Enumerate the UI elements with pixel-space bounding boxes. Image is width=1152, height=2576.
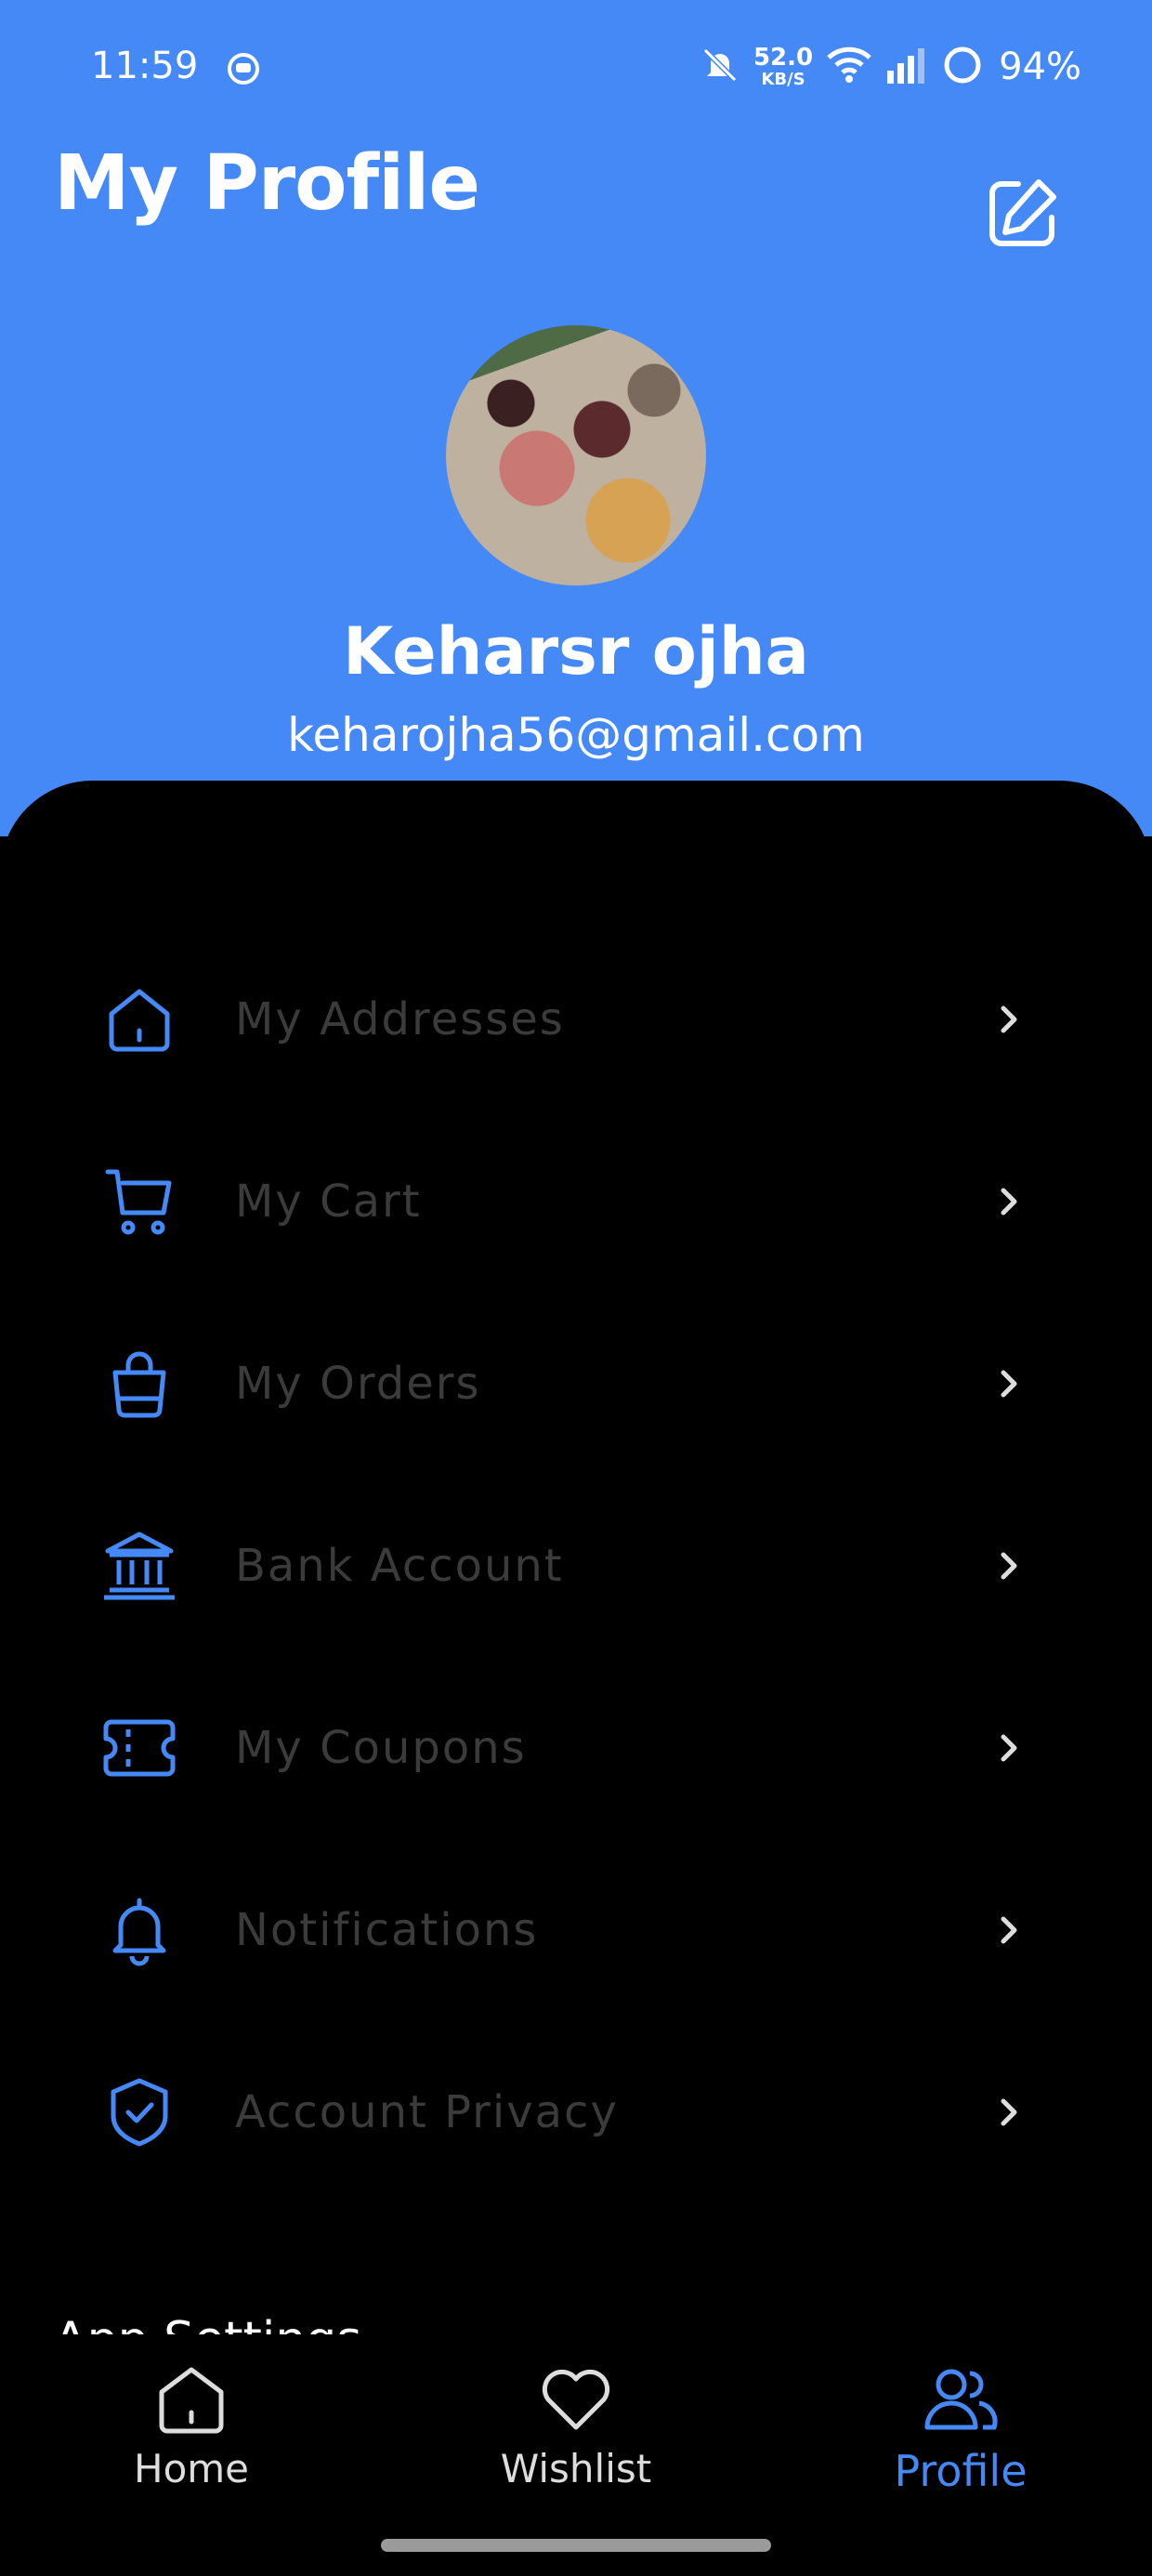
chevron-right-icon [981,2084,1037,2140]
bell-icon [93,1884,186,1977]
menu-item-label: My Addresses [235,993,565,1045]
home-icon [159,2367,224,2434]
edit-icon [989,179,1056,246]
menu-item-notifications[interactable]: Notifications [93,1860,1041,2000]
menu-item-label: Account Privacy [235,2086,619,2138]
mute-icon [700,45,740,89]
app-notification-icon [227,52,260,85]
users-icon [924,2369,998,2430]
wifi-icon [826,46,872,87]
menu-item-label: My Coupons [235,1722,527,1774]
battery-percent: 94% [999,46,1081,88]
profile-header: 11:59 52.0 KB/S 94% My Profile Keharsr o… [0,0,1152,836]
menu-item-label: Notifications [235,1904,539,1956]
nav-profile[interactable]: Profile [821,2360,1100,2528]
menu-item-bank-account[interactable]: Bank Account [93,1496,1041,1636]
nav-wishlist-label: Wishlist [500,2446,652,2491]
nav-profile-label: Profile [894,2446,1028,2496]
chevron-right-icon [981,1902,1037,1958]
network-speed-unit: KB/S [761,70,805,89]
network-speed-value: 52.0 [753,44,814,72]
home-indicator[interactable] [381,2539,771,2552]
bank-icon [93,1519,186,1612]
nav-wishlist[interactable]: Wishlist [437,2360,715,2528]
menu-item-my-addresses[interactable]: My Addresses [93,950,1041,1089]
status-bar: 11:59 52.0 KB/S 94% [0,0,1152,139]
edit-profile-button[interactable] [975,167,1068,260]
bag-icon [93,1337,186,1430]
menu-item-my-cart[interactable]: My Cart [93,1132,1041,1271]
shield-check-icon [93,2066,186,2159]
status-indicators: 52.0 KB/S 94% [700,39,1081,95]
menu-item-account-privacy[interactable]: Account Privacy [93,2043,1041,2182]
home-icon [93,973,186,1066]
battery-ring-icon [943,46,982,88]
nav-home[interactable]: Home [52,2360,331,2528]
status-time: 11:59 [91,45,199,87]
menu-item-label: Bank Account [235,1540,564,1592]
user-email: keharojha56@gmail.com [287,708,865,762]
user-name: Keharsr ojha [343,613,809,690]
page-title: My Profile [54,139,480,228]
menu-item-label: My Cart [235,1176,422,1228]
menu-item-my-orders[interactable]: My Orders [93,1314,1041,1453]
cart-icon [93,1155,186,1248]
chevron-right-icon [981,1538,1037,1594]
chevron-right-icon [981,1356,1037,1412]
signal-icon [885,45,930,89]
coupon-icon [93,1702,186,1794]
network-speed: 52.0 KB/S [753,46,813,88]
chevron-right-icon [981,1720,1037,1776]
app-settings-section-title: App Settings [54,2303,361,2334]
nav-home-label: Home [133,2446,250,2491]
menu-item-label: My Orders [235,1358,481,1410]
avatar[interactable] [446,325,706,585]
chevron-right-icon [981,1174,1037,1229]
heart-icon [542,2369,610,2430]
chevron-right-icon [981,992,1037,1047]
menu-item-my-coupons[interactable]: My Coupons [93,1678,1041,1818]
